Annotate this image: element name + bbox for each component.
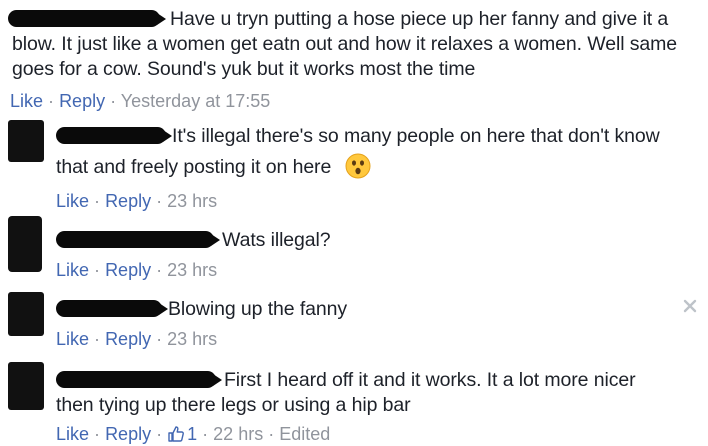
separator: · <box>156 191 163 211</box>
timestamp[interactable]: 23 hrs <box>167 329 217 349</box>
comment-actions: Like · Reply · 23 hrs <box>56 328 217 350</box>
separator: · <box>94 260 101 280</box>
like-link[interactable]: Like <box>56 191 89 211</box>
separator: · <box>156 329 163 349</box>
avatar[interactable] <box>8 216 42 272</box>
astonished-face-icon <box>345 153 371 179</box>
redacted-author-name <box>56 231 220 248</box>
separator: · <box>94 329 101 349</box>
comment-text: Wats illegal? <box>56 228 696 253</box>
comment-actions: Like · Reply · 1 · 22 hrs · Edited <box>56 423 330 445</box>
reply-link[interactable]: Reply <box>59 91 105 111</box>
separator: · <box>48 91 55 111</box>
reply-link[interactable]: Reply <box>105 329 151 349</box>
thumbs-up-icon <box>168 426 185 442</box>
like-link[interactable]: Like <box>10 91 43 111</box>
separator: · <box>156 260 163 280</box>
comment-text: First I heard off it and it works. It a … <box>56 369 636 416</box>
redacted-author-name <box>8 10 166 27</box>
redacted-author-name <box>56 127 172 144</box>
reply-link[interactable]: Reply <box>105 260 151 280</box>
like-link[interactable]: Like <box>56 424 89 444</box>
like-link[interactable]: Like <box>56 260 89 280</box>
redacted-author-name <box>56 371 222 388</box>
separator: · <box>156 424 163 444</box>
edited-label[interactable]: Edited <box>279 424 330 444</box>
comment-text: Blowing up the fanny <box>56 297 656 322</box>
timestamp[interactable]: 22 hrs <box>213 424 263 444</box>
like-count[interactable]: 1 <box>167 424 202 444</box>
timestamp[interactable]: Yesterday at 17:55 <box>121 91 270 111</box>
comment-text: It's illegal there's so many people on h… <box>56 125 660 179</box>
separator: · <box>202 424 209 444</box>
comment-actions: Like · Reply · 23 hrs <box>56 259 217 281</box>
avatar[interactable] <box>8 362 44 410</box>
like-link[interactable]: Like <box>56 329 89 349</box>
separator: · <box>94 424 101 444</box>
avatar[interactable] <box>8 292 44 336</box>
comment-actions: Like · Reply · 23 hrs <box>56 190 217 212</box>
close-icon[interactable] <box>682 298 698 314</box>
comment-actions: Like · Reply · Yesterday at 17:55 <box>10 90 270 112</box>
timestamp[interactable]: 23 hrs <box>167 191 217 211</box>
separator: · <box>110 91 117 111</box>
separator: · <box>94 191 101 211</box>
timestamp[interactable]: 23 hrs <box>167 260 217 280</box>
reply-link[interactable]: Reply <box>105 191 151 211</box>
comment-text: Have u tryn putting a hose piece up her … <box>8 7 702 82</box>
separator: · <box>268 424 275 444</box>
avatar[interactable] <box>8 120 44 162</box>
redacted-author-name <box>56 300 168 317</box>
reply-link[interactable]: Reply <box>105 424 151 444</box>
